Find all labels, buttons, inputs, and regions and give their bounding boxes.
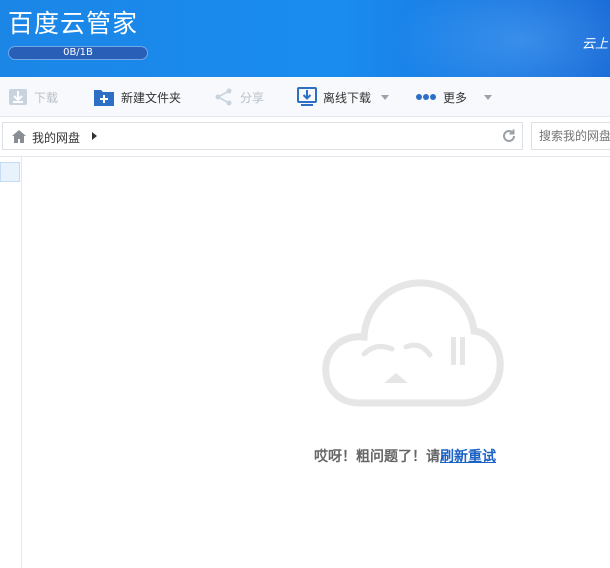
breadcrumb-my-netdisk[interactable]: 我的网盘 <box>32 129 80 146</box>
header-slogan: 云上 <box>581 37 608 52</box>
new-folder-icon <box>94 90 114 106</box>
more-dots-icon <box>416 94 436 100</box>
home-icon[interactable] <box>11 129 27 144</box>
sad-cloud-icon <box>322 279 504 407</box>
breadcrumb-arrow-icon[interactable] <box>92 132 97 140</box>
download-icon <box>9 89 27 105</box>
share-button[interactable]: 分享 <box>214 77 264 117</box>
download-button[interactable]: 下载 <box>8 77 58 117</box>
share-icon <box>215 88 232 106</box>
more-label: 更多 <box>443 90 468 105</box>
search-input[interactable] <box>531 122 610 150</box>
sidebar <box>0 157 22 568</box>
breadcrumb[interactable]: 我的网盘 <box>2 122 523 150</box>
offline-download-icon <box>297 87 317 106</box>
quota-text: 0B/1B <box>63 47 93 58</box>
sidebar-item-selected[interactable] <box>0 162 20 182</box>
new-folder-button[interactable]: 新建文件夹 <box>93 77 181 117</box>
app-title: 百度云管家 <box>8 9 139 38</box>
header-glow <box>390 0 610 77</box>
offline-download-label: 离线下载 <box>323 90 372 105</box>
more-chevron-down-icon[interactable] <box>484 94 493 100</box>
app-header: 百度云管家 0B/1B 云上 <box>0 0 610 77</box>
toolbar: 下载 新建文件夹 分享 离线下载 更多 <box>0 77 610 117</box>
refresh-icon[interactable] <box>501 128 517 144</box>
offline-download-button[interactable]: 离线下载 <box>297 77 390 117</box>
download-label: 下载 <box>34 90 59 105</box>
content-area: 哎呀！粗问题了！请刷新重试 <box>22 157 610 568</box>
error-text: 哎呀！粗问题了！请 <box>314 449 440 465</box>
quota-bar[interactable]: 0B/1B <box>8 46 148 60</box>
more-button[interactable]: 更多 <box>415 77 493 117</box>
new-folder-label: 新建文件夹 <box>121 90 182 105</box>
address-row: 我的网盘 <box>0 117 610 157</box>
share-label: 分享 <box>240 90 265 105</box>
retry-link[interactable]: 刷新重试 <box>440 449 496 465</box>
offline-download-chevron-down-icon[interactable] <box>381 94 390 100</box>
error-message: 哎呀！粗问题了！请刷新重试 <box>314 446 496 466</box>
